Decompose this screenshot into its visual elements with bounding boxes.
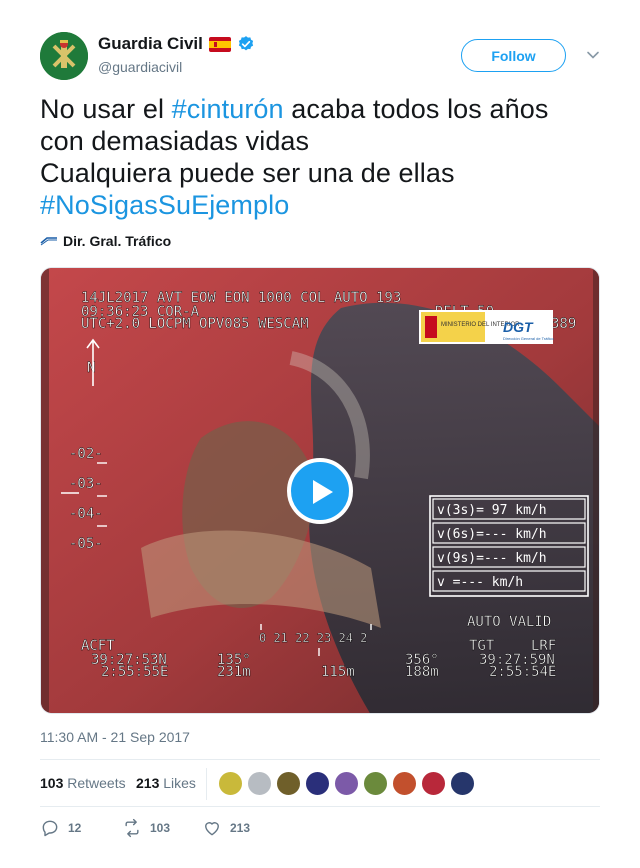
play-button[interactable] [287, 458, 353, 524]
osd-row-3: UTC+2.0 LOCPM OPV085 WESCAM [81, 316, 309, 332]
follow-button[interactable]: Follow [461, 39, 566, 72]
tweet-text: No usar el #cinturón acaba todos los año… [40, 93, 600, 221]
osd-scale-label: -03- [69, 476, 103, 492]
chevron-down-icon[interactable] [586, 48, 600, 62]
osd-row-3-right: 389 [551, 316, 576, 332]
osd-auto-valid: AUTO VALID [467, 614, 551, 630]
hashtag-nosigassuejemplo-link[interactable]: #NoSigasSuEjemplo [40, 189, 600, 221]
likes-count: 213 [136, 775, 160, 791]
tweet-timestamp[interactable]: 11:30 AM - 21 Sep 2017 [40, 729, 190, 745]
retweet-count: 103 [150, 821, 171, 835]
logo-dgt-subtext: Dirección General de Tráfico [503, 336, 554, 341]
stats-divider [206, 768, 207, 800]
osd-tgt-lon: 2:55:54E [489, 664, 556, 680]
avatar[interactable] [218, 771, 243, 796]
retweets-count: 103 [40, 775, 64, 791]
verified-badge-icon [238, 36, 253, 51]
spain-flag-icon [208, 36, 231, 52]
tweet-actions: 12 103 213 [40, 818, 600, 842]
retweets-stat[interactable]: 103 Retweets [40, 775, 126, 791]
tweet-line-2: con demasiadas vidas [40, 126, 310, 156]
media-source[interactable]: Dir. Gral. Tráfico [40, 233, 171, 249]
tweet-text-segment: acaba todos los años [283, 94, 549, 124]
osd-range-1: 231m [217, 664, 251, 680]
avatar[interactable] [392, 771, 417, 796]
tweet-line-1: No usar el #cinturón acaba todos los año… [40, 93, 600, 125]
retweet-button[interactable]: 103 [122, 818, 170, 838]
likes-label: Likes [163, 775, 196, 791]
avatar[interactable] [276, 771, 301, 796]
osd-range-center: 115m [321, 664, 355, 680]
reply-button[interactable]: 12 [40, 818, 81, 838]
author-display-name[interactable]: Guardia Civil [98, 34, 203, 54]
retweet-icon [125, 818, 139, 838]
osd-north-label: N [87, 360, 95, 376]
hashtag-cinturon-link[interactable]: #cinturón [172, 94, 284, 124]
avatar[interactable] [40, 32, 88, 80]
heart-icon [205, 822, 219, 836]
tweet-text-segment: No usar el [40, 94, 172, 124]
guardia-civil-emblem-icon [40, 32, 88, 80]
osd-heading-scale: 0 21 22 23 24 2 [259, 631, 367, 645]
author-name-row: Guardia Civil [98, 34, 255, 54]
reply-count: 12 [68, 821, 82, 835]
avatar[interactable] [305, 771, 330, 796]
avatar[interactable] [363, 771, 388, 796]
avatar[interactable] [421, 771, 446, 796]
osd-scale-label: -02- [69, 446, 103, 462]
speed-row: v(6s)=--- km/h [437, 527, 547, 542]
author-handle[interactable]: @guardiacivil [98, 59, 182, 75]
media-source-label: Dir. Gral. Tráfico [63, 233, 172, 249]
likes-stat[interactable]: 213 Likes [136, 775, 196, 791]
tweet-line-3: Cualquiera puede ser una de ellas [40, 158, 455, 188]
tweet-header: Guardia Civil @guardiacivil Follow [40, 30, 600, 82]
play-icon [313, 480, 333, 504]
avatar[interactable] [334, 771, 359, 796]
osd-acft-lon: 2:55:55E [101, 664, 168, 680]
retweets-label: Retweets [67, 775, 126, 791]
logo-dgt-text: DGT [503, 319, 534, 335]
tweet-stats: 103 Retweets 213 Likes [40, 759, 600, 807]
dgt-logo-icon [40, 237, 57, 246]
speed-row: v(9s)=--- km/h [437, 551, 547, 566]
osd-range-2: 188m [405, 664, 439, 680]
video-player[interactable]: 14JL2017 AVT EOW EON 1000 COL AUTO 193 0… [40, 267, 600, 714]
like-count: 213 [230, 821, 251, 835]
avatar[interactable] [450, 771, 475, 796]
speed-row: v(3s)= 97 km/h [437, 503, 547, 518]
osd-scale-label: -05- [69, 536, 103, 552]
osd-scale-label: -04- [69, 506, 103, 522]
reply-icon [42, 820, 58, 837]
like-button[interactable]: 213 [202, 818, 250, 838]
avatar[interactable] [247, 771, 272, 796]
speed-row: v =--- km/h [437, 575, 523, 590]
